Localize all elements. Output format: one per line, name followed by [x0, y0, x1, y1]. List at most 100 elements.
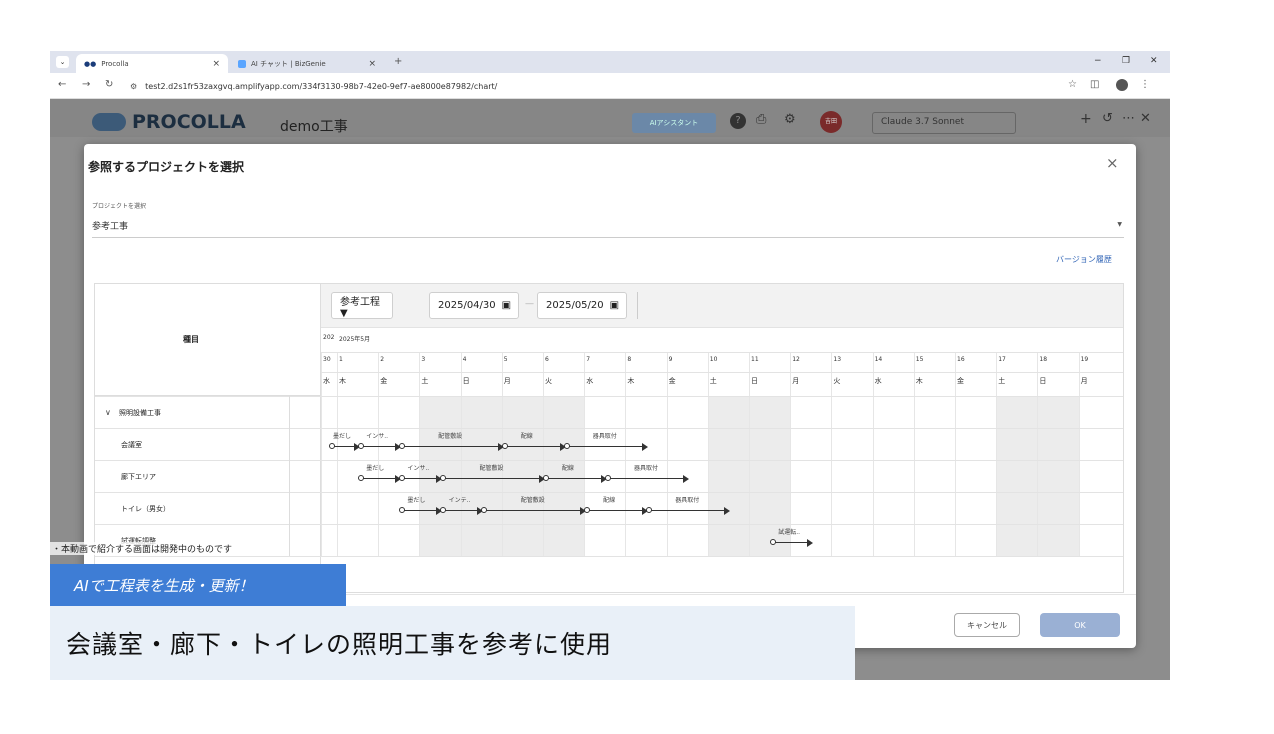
task-line: [333, 446, 354, 447]
task-bar[interactable]: 配管敷設: [481, 497, 587, 516]
schedule-select[interactable]: 参考工程 ▼: [331, 292, 393, 319]
tab-list-chevron-icon[interactable]: ⌄: [56, 56, 69, 68]
weekday: 金: [957, 377, 964, 385]
date-to-field[interactable]: 2025/05/20 ▣: [537, 292, 627, 319]
day-number: 19: [1080, 356, 1089, 363]
day-gridline: [625, 352, 627, 556]
url-field[interactable]: ⚙ test2.d2s1fr53zaxgvq.amplifyapp.com/33…: [130, 77, 1130, 95]
bookmark-star-icon[interactable]: ☆: [1068, 79, 1077, 90]
ai-assistant-button[interactable]: AIアシスタント: [632, 113, 716, 133]
new-tab-button[interactable]: +: [394, 56, 402, 67]
tab-close-icon[interactable]: ×: [368, 59, 376, 69]
procolla-logo-icon: [92, 113, 126, 131]
task-end-arrow-icon: [683, 475, 690, 483]
calendar-icon[interactable]: ▣: [502, 300, 511, 311]
day-gridline: [543, 352, 544, 556]
task-bar[interactable]: インテ..: [440, 497, 484, 516]
browser-menu-icon[interactable]: ⋮: [1140, 79, 1150, 90]
task-bar[interactable]: 墨だし: [398, 497, 442, 516]
weekday: 火: [833, 377, 841, 385]
day-number: 1: [339, 356, 343, 363]
task-bar[interactable]: インサ..: [398, 465, 442, 484]
project-select[interactable]: 参考工事 ▼: [92, 212, 1124, 238]
weekday: 木: [915, 377, 923, 385]
day-number: 12: [792, 356, 800, 363]
ok-button[interactable]: OK: [1040, 613, 1120, 637]
task-label: インサ..: [366, 433, 389, 440]
gantt-chart: 種目 参考工程 ▼ 2025/04/30 ▣ — 2025/05/20 ▣ 20…: [94, 283, 1124, 593]
task-bar[interactable]: インサ..: [357, 433, 401, 452]
minimize-button[interactable]: −: [1094, 56, 1102, 66]
task-start-circle-icon: [329, 443, 335, 449]
close-window-button[interactable]: ✕: [1150, 56, 1158, 66]
print-icon[interactable]: ⎙: [756, 112, 766, 127]
day-number: 4: [462, 356, 467, 363]
task-bar[interactable]: 器具取付: [604, 465, 690, 484]
settings-gear-icon[interactable]: ⚙: [784, 112, 796, 127]
reload-icon[interactable]: ↻: [105, 79, 113, 90]
user-avatar[interactable]: 吉田: [820, 111, 842, 133]
day-gridline: [419, 352, 421, 556]
task-bar[interactable]: 器具取付: [646, 497, 731, 516]
task-bar[interactable]: 配管敷設: [398, 433, 504, 452]
dropdown-arrow-icon: ▼: [1117, 221, 1122, 228]
tab-bizgenie[interactable]: AI チャット | BizGenie ×: [230, 54, 384, 73]
profile-avatar-icon[interactable]: [1116, 79, 1128, 91]
task-end-arrow-icon: [641, 443, 648, 451]
weekday: 金: [380, 377, 388, 385]
day-number: 11: [751, 356, 759, 363]
task-label: インサ..: [407, 465, 430, 472]
task-bar[interactable]: 配線: [584, 497, 648, 516]
tab-procolla[interactable]: ●● Procolla ×: [76, 54, 228, 73]
history-icon[interactable]: ↺: [1102, 111, 1113, 126]
date-to-text: 2025/05/20: [546, 300, 604, 311]
task-label: 配線: [520, 433, 533, 440]
calendar-icon[interactable]: ▣: [610, 300, 619, 311]
extensions-icon[interactable]: ◫: [1090, 79, 1099, 90]
cancel-button[interactable]: キャンセル: [954, 613, 1020, 637]
back-arrow-icon[interactable]: ←: [58, 79, 66, 90]
task-bar[interactable]: 試運転..: [769, 529, 813, 548]
weekday: 木: [339, 377, 346, 385]
column-divider: [289, 396, 290, 556]
group-row[interactable]: ∨ 照明設備工事: [95, 396, 321, 428]
task-label: 配管敷設: [520, 497, 545, 504]
task-label: 器具取付: [633, 465, 658, 472]
help-icon[interactable]: ?: [730, 113, 746, 129]
task-bar[interactable]: 墨だし: [329, 433, 360, 452]
site-info-icon[interactable]: ⚙: [130, 82, 137, 91]
model-select[interactable]: Claude 3.7 Sonnet: [872, 112, 1016, 134]
gantt-toolbar: 参考工程 ▼ 2025/04/30 ▣ — 2025/05/20 ▣: [321, 284, 1123, 328]
modal-close-button[interactable]: ×: [1106, 154, 1119, 172]
task-start-circle-icon: [604, 475, 611, 481]
task-bar[interactable]: 配線: [543, 465, 607, 484]
task-bar[interactable]: 器具取付: [563, 433, 648, 452]
add-icon[interactable]: +: [1080, 111, 1092, 127]
date-from-field[interactable]: 2025/04/30 ▣: [429, 292, 519, 319]
task-bar[interactable]: 配線: [501, 433, 566, 452]
tab-label: Procolla: [101, 59, 129, 68]
version-history-link[interactable]: バージョン履歴: [1056, 254, 1112, 265]
task-line: [485, 510, 581, 511]
task-bar[interactable]: 墨だし: [357, 465, 401, 484]
panel-close-icon[interactable]: ✕: [1140, 111, 1151, 126]
maximize-button[interactable]: ❐: [1122, 56, 1130, 66]
day-gridline: [1078, 352, 1080, 556]
task-start-circle-icon: [398, 507, 405, 513]
tab-close-icon[interactable]: ×: [212, 59, 220, 69]
more-icon[interactable]: ⋯: [1122, 111, 1135, 126]
day-gridline: [872, 352, 874, 556]
task-label: 器具取付: [592, 433, 617, 440]
task-end-arrow-icon: [724, 507, 731, 515]
project-select-value: 参考工事: [92, 222, 129, 232]
weekday: 日: [1039, 377, 1047, 385]
day-gridline: [913, 352, 915, 556]
row-gridline: [321, 492, 1123, 493]
expand-chevron-icon[interactable]: ∨: [105, 408, 111, 417]
forward-arrow-icon[interactable]: →: [82, 79, 90, 90]
task-bar[interactable]: 配管敷設: [440, 465, 545, 484]
row-gridline: [321, 428, 1123, 429]
weekday: 火: [545, 377, 552, 385]
weekday: 月: [1080, 377, 1088, 385]
day-number: 8: [627, 356, 632, 363]
